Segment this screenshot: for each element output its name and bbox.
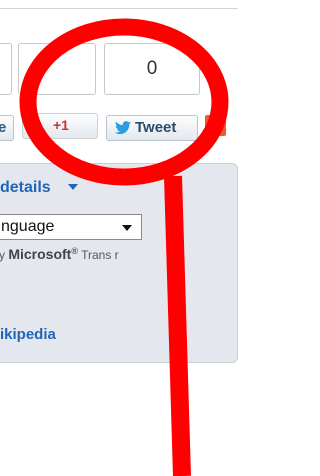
annotation-pointer-line — [164, 175, 191, 476]
annotation-circle — [19, 18, 229, 186]
annotation-overlay — [19, 18, 229, 476]
